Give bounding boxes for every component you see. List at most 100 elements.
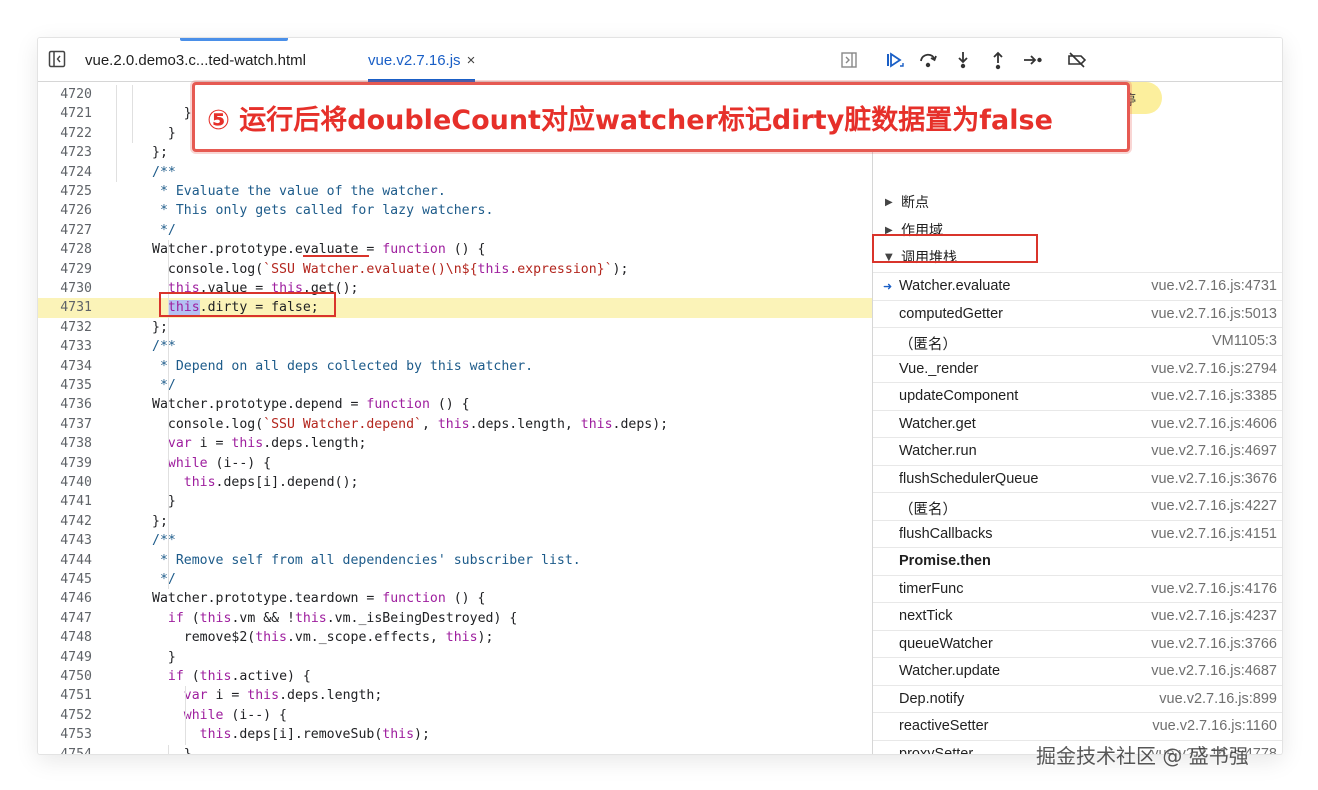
call-stack-frame[interactable]: flushCallbacks vue.v2.7.16.js:4151 [873,519,1282,548]
frame-location[interactable]: vue.v2.7.16.js:3385 [1151,388,1277,404]
code-line[interactable]: 4754 } [38,745,872,754]
frame-location[interactable]: vue.v2.7.16.js:5013 [1151,306,1277,322]
line-number[interactable]: 4727 [38,221,92,240]
format-icon[interactable] [838,49,860,71]
call-stack-frame[interactable]: Watcher.update vue.v2.7.16.js:4687 [873,657,1282,685]
line-number[interactable]: 4729 [38,260,92,279]
call-stack-frame[interactable]: nextTick vue.v2.7.16.js:4237 [873,602,1282,630]
call-stack-frame[interactable]: queueWatcher vue.v2.7.16.js:3766 [873,629,1282,658]
line-number[interactable]: 4730 [38,279,92,298]
frame-location[interactable]: vue.v2.7.16.js:899 [1159,691,1277,707]
code-line[interactable]: 4729 console.log(`SSU Watcher.evaluate()… [38,260,872,279]
line-number[interactable]: 4721 [38,104,92,123]
line-number[interactable]: 4738 [38,434,92,453]
sidebar-toggle-icon[interactable] [48,50,66,68]
frame-location[interactable]: vue.v2.7.16.js:3766 [1151,636,1277,652]
line-number[interactable]: 4747 [38,609,92,628]
line-number[interactable]: 4722 [38,124,92,143]
step-over-icon[interactable] [917,49,939,71]
code-line[interactable]: 4735 */ [38,376,872,395]
code-line[interactable]: 4747 if (this.vm && !this.vm._isBeingDes… [38,609,872,628]
step-out-icon[interactable] [987,49,1009,71]
code-line[interactable]: 4744 * Remove self from all dependencies… [38,551,872,570]
code-line[interactable]: 4738 var i = this.deps.length; [38,434,872,453]
line-number[interactable]: 4751 [38,686,92,705]
line-number[interactable]: 4734 [38,357,92,376]
code-line[interactable]: 4725 * Evaluate the value of the watcher… [38,182,872,201]
frame-location[interactable]: vue.v2.7.16.js:4731 [1151,278,1277,294]
frame-location[interactable]: vue.v2.7.16.js:3676 [1151,471,1277,487]
call-stack-frame[interactable]: updateComponent vue.v2.7.16.js:3385 [873,382,1282,410]
code-line[interactable]: 4728 Watcher.prototype.evaluate = functio… [38,240,872,259]
resume-icon[interactable] [883,49,905,71]
frame-location[interactable]: vue.v2.7.16.js:4237 [1151,608,1277,624]
line-number[interactable]: 4733 [38,337,92,356]
call-stack-frame[interactable]: flushSchedulerQueue vue.v2.7.16.js:3676 [873,464,1282,493]
code-line[interactable]: 4732}; [38,318,872,337]
line-number[interactable]: 4731 [38,298,92,317]
frame-location[interactable]: VM1105:3 [1212,333,1277,349]
frame-location[interactable]: vue.v2.7.16.js:4227 [1151,498,1277,514]
call-stack-frame[interactable]: （匿名） VM1105:3 [873,327,1282,355]
call-stack-frame[interactable]: ➜ Watcher.evaluate vue.v2.7.16.js:4731 [873,272,1282,300]
line-number[interactable]: 4753 [38,725,92,744]
call-stack-frame[interactable]: Watcher.get vue.v2.7.16.js:4606 [873,409,1282,438]
call-stack-frame[interactable]: Dep.notify vue.v2.7.16.js:899 [873,684,1282,713]
call-stack-frame[interactable]: （匿名） vue.v2.7.16.js:4227 [873,492,1282,520]
line-number[interactable]: 4728 [38,240,92,259]
code-line[interactable]: 4752 while (i--) { [38,706,872,725]
line-number[interactable]: 4750 [38,667,92,686]
call-stack-frame[interactable]: Watcher.run vue.v2.7.16.js:4697 [873,437,1282,465]
section-breakpoints[interactable]: ▶ 断点 [873,188,1282,216]
line-number[interactable]: 4725 [38,182,92,201]
frame-location[interactable]: vue.v2.7.16.js:4606 [1151,416,1277,432]
line-number[interactable]: 4749 [38,648,92,667]
code-line[interactable]: 4737 console.log(`SSU Watcher.depend`, t… [38,415,872,434]
code-line[interactable]: 4751 var i = this.deps.length; [38,686,872,705]
call-stack-frame[interactable]: computedGetter vue.v2.7.16.js:5013 [873,299,1282,328]
line-number[interactable]: 4745 [38,570,92,589]
code-line[interactable]: 4753 this.deps[i].removeSub(this); [38,725,872,744]
line-number[interactable]: 4743 [38,531,92,550]
line-number[interactable]: 4737 [38,415,92,434]
frame-location[interactable]: vue.v2.7.16.js:4697 [1151,443,1277,459]
frame-location[interactable]: vue.v2.7.16.js:4176 [1151,581,1277,597]
tab-vue-js[interactable]: vue.v2.7.16.js × [368,38,476,82]
code-line[interactable]: 4739 while (i--) { [38,454,872,473]
code-line[interactable]: 4727 */ [38,221,872,240]
tab-demo-html[interactable]: vue.2.0.demo3.c...ted-watch.html [85,38,306,82]
line-number[interactable]: 4723 [38,143,92,162]
deactivate-breakpoints-icon[interactable] [1066,49,1088,71]
call-stack-frame[interactable]: timerFunc vue.v2.7.16.js:4176 [873,574,1282,603]
code-line[interactable]: 4734 * Depend on all deps collected by t… [38,357,872,376]
line-number[interactable]: 4726 [38,201,92,220]
code-line[interactable]: 4724 /** [38,163,872,182]
frame-location[interactable]: vue.v2.7.16.js:4151 [1151,526,1277,542]
triangle-right-icon[interactable]: ▶ [885,197,901,208]
code-line[interactable]: 4736 Watcher.prototype.depend = function … [38,395,872,414]
line-number[interactable]: 4742 [38,512,92,531]
frame-location[interactable]: vue.v2.7.16.js:4687 [1151,663,1277,679]
line-number[interactable]: 4735 [38,376,92,395]
code-line[interactable]: 4726 * This only gets called for lazy wa… [38,201,872,220]
code-line[interactable]: 4733 /** [38,337,872,356]
step-into-icon[interactable] [952,49,974,71]
frame-location[interactable]: vue.v2.7.16.js:1160 [1152,718,1277,734]
line-number[interactable]: 4720 [38,85,92,104]
line-number[interactable]: 4744 [38,551,92,570]
frame-location[interactable]: vue.v2.7.16.js:2794 [1151,361,1277,377]
line-number[interactable]: 4748 [38,628,92,647]
code-line[interactable]: 4740 this.deps[i].depend(); [38,473,872,492]
code-line[interactable]: 4750 if (this.active) { [38,667,872,686]
line-number[interactable]: 4739 [38,454,92,473]
code-line[interactable]: 4743 /** [38,531,872,550]
code-line[interactable]: 4741 } [38,492,872,511]
line-number[interactable]: 4724 [38,163,92,182]
step-icon[interactable] [1022,49,1044,71]
code-line[interactable]: 4748 remove$2(this.vm._scope.effects, th… [38,628,872,647]
close-icon[interactable]: × [467,52,476,69]
line-number[interactable]: 4736 [38,395,92,414]
line-number[interactable]: 4754 [38,745,92,754]
line-number[interactable]: 4746 [38,589,92,608]
code-line[interactable]: 4746 Watcher.prototype.teardown = functio… [38,589,872,608]
